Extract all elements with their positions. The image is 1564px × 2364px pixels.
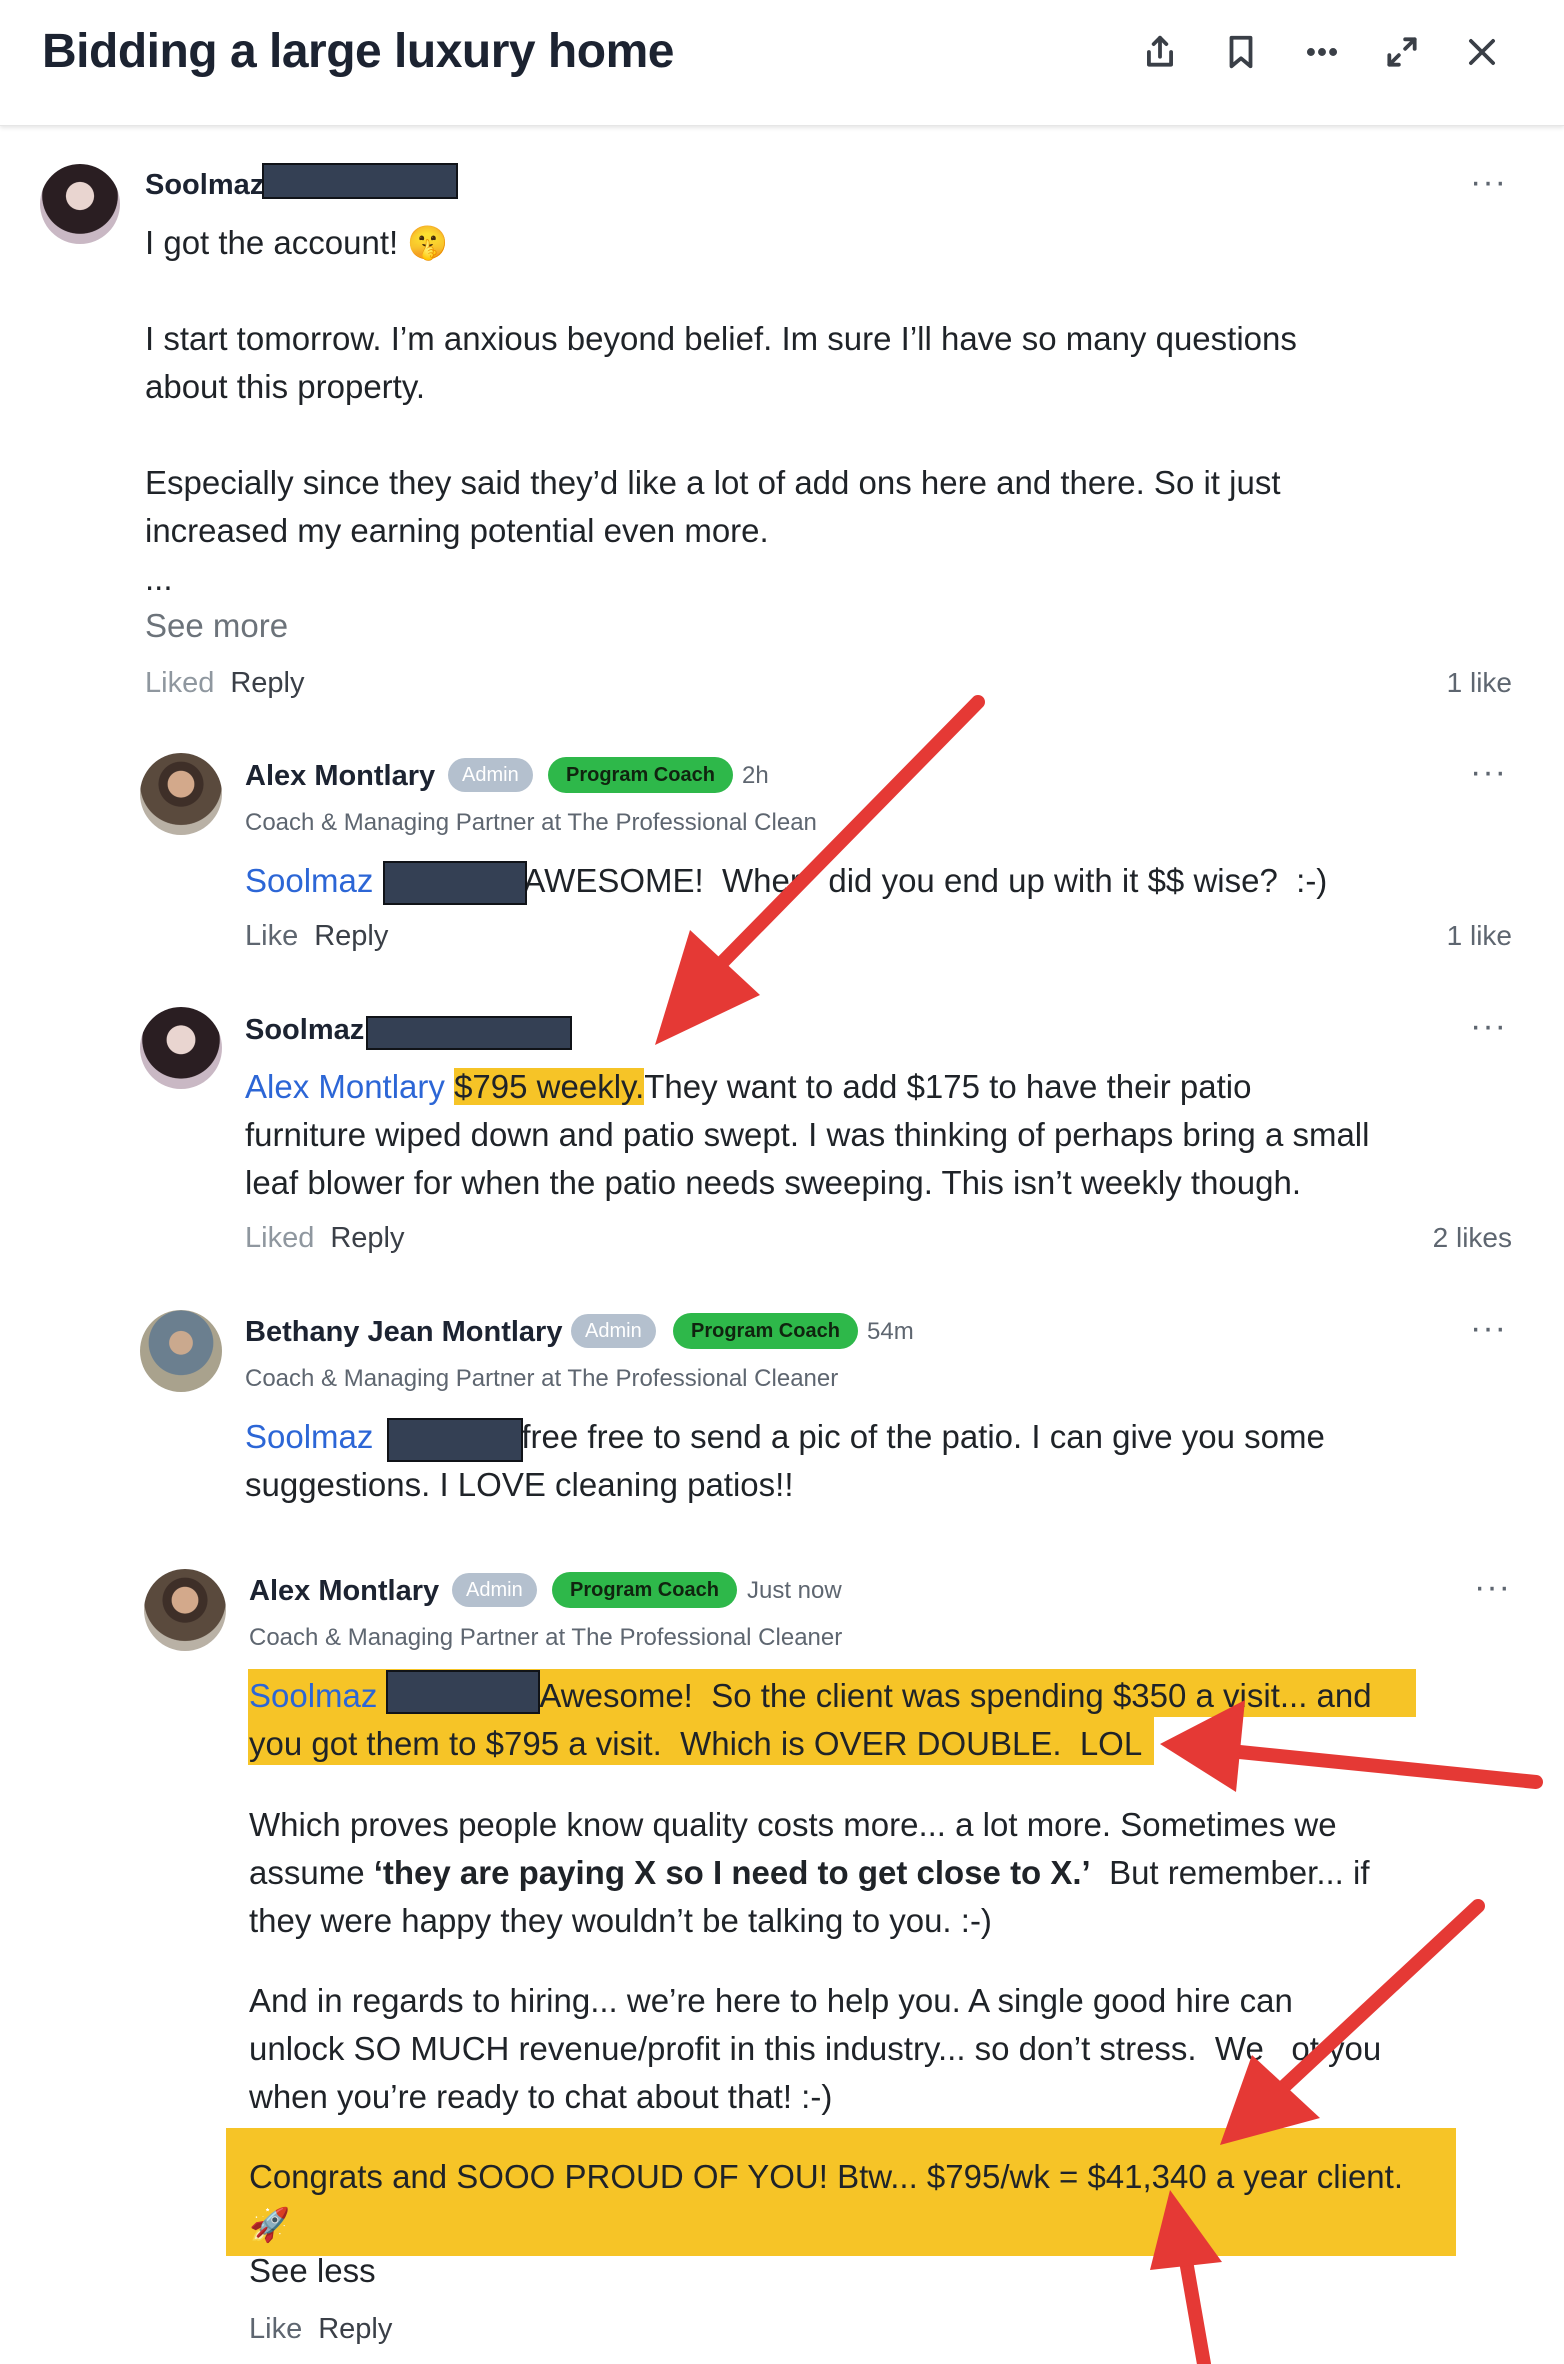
- arrow-annotation-2: [1160, 1700, 1543, 1792]
- annotation-arrows: [655, 695, 1543, 2364]
- arrow-annotation-3: [1220, 1899, 1485, 2145]
- arrow-annotation-1: [655, 695, 985, 1045]
- arrow-annotation-4: [1150, 2190, 1222, 2364]
